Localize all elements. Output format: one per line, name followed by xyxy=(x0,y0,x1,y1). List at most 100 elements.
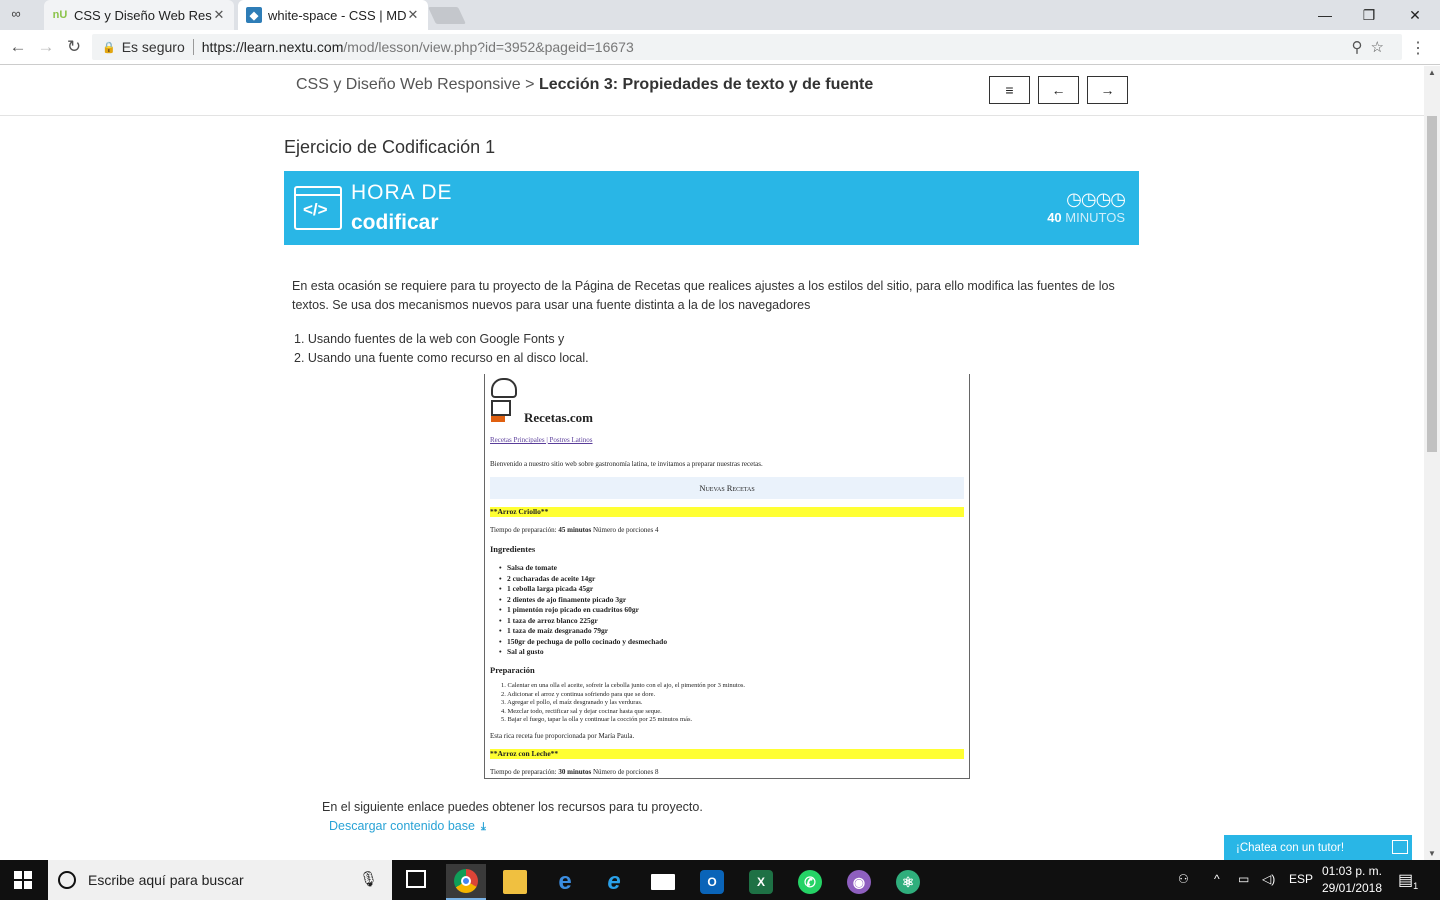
preview-time2: Tiempo de preparación: 30 minutos Número… xyxy=(490,768,659,776)
taskbar-clock[interactable]: 01:03 p. m. 29/01/2018 xyxy=(1320,863,1384,897)
resource-text: En el siguiente enlace puedes obtener lo… xyxy=(322,800,703,814)
secure-label: Es seguro xyxy=(121,39,185,55)
banner-line1: HORA DE xyxy=(351,181,453,204)
list-item: 2. Adicionar el arroz y continua sofrien… xyxy=(501,690,656,698)
browser-toolbar: ← → ↻ 🔒 Es seguro https://learn.nextu.co… xyxy=(0,30,1440,65)
task-view-icon[interactable] xyxy=(406,870,426,888)
windows-start-icon[interactable] xyxy=(14,871,32,889)
address-bar[interactable]: 🔒 Es seguro https://learn.nextu.com /mod… xyxy=(92,34,1402,60)
whatsapp-taskbar-icon[interactable]: ✆ xyxy=(790,864,830,900)
tab-close-icon[interactable]: ✕ xyxy=(212,7,226,23)
list-item: 4. Mezclar todo, rectificar sal y dejar … xyxy=(501,707,662,715)
clock-time: 01:03 p. m. xyxy=(1321,864,1383,878)
code-window-icon: </> xyxy=(294,186,342,230)
list-item: 2. Usando una fuente como recurso en al … xyxy=(294,351,589,365)
preview-steps: 1. Calentar en una olla el aceite, sofre… xyxy=(501,682,745,725)
list-item: 3. Agregar el pollo, el maíz desgranado … xyxy=(501,699,643,707)
internet-explorer-taskbar-icon[interactable]: e xyxy=(594,864,634,900)
chat-tutor-button[interactable]: ¡Chatea con un tutor! xyxy=(1224,835,1412,860)
bookmark-star-icon[interactable]: ☆ xyxy=(1371,39,1392,56)
close-window-button[interactable]: ✕ xyxy=(1392,0,1438,30)
download-icon: ⤓ xyxy=(480,821,486,833)
tab-close-icon[interactable]: ✕ xyxy=(406,7,420,23)
notification-center-icon[interactable]: ▤1 xyxy=(1398,870,1420,892)
network-icon[interactable]: ▭ xyxy=(1238,872,1249,886)
restore-button[interactable]: ❐ xyxy=(1346,0,1392,30)
lesson-content: Ejercicio de Codificación 1 </> HORA DE … xyxy=(0,117,1424,860)
recipe-page-screenshot: Recetas.com Recetas Principales | Postre… xyxy=(484,374,970,779)
lesson-menu-button[interactable]: ≡ xyxy=(989,76,1030,104)
github-desktop-taskbar-icon[interactable]: ◉ xyxy=(839,864,879,900)
scroll-down-icon[interactable]: ▼ xyxy=(1428,849,1436,858)
tab-mdn[interactable]: ◆ white-space - CSS | MDN ✕ xyxy=(238,0,428,30)
list-item: 1 cebolla larga picada 45gr xyxy=(499,584,667,595)
reload-button[interactable]: ↻ xyxy=(62,36,86,58)
preview-ingredients-heading: Ingredientes xyxy=(490,544,536,554)
preview-welcome: Bienvenido a nuestro sitio web sobre gas… xyxy=(490,460,763,468)
url-path: /mod/lesson/view.php?id=3952&pageid=1667… xyxy=(343,39,634,55)
tab-title: white-space - CSS | MDN xyxy=(268,7,406,23)
chrome-taskbar-icon[interactable] xyxy=(446,864,486,900)
atom-taskbar-icon[interactable]: ⚛ xyxy=(888,864,928,900)
notification-count: 1 xyxy=(1413,881,1419,892)
language-indicator[interactable]: ESP xyxy=(1289,872,1313,886)
list-item: Salsa de tomate xyxy=(499,563,667,574)
divider xyxy=(192,39,194,55)
list-item: 1 taza de arroz blanco 225gr xyxy=(499,616,667,627)
clock-icons: ◷◷◷◷ xyxy=(1066,189,1126,209)
breadcrumb-lesson: Lección 3: Propiedades de texto y de fue… xyxy=(538,76,874,93)
next-page-button[interactable]: → xyxy=(1087,76,1128,104)
download-link[interactable]: Descargar contenido base ⤓ xyxy=(329,819,486,834)
taskbar-search-input[interactable]: Escribe aquí para buscar 🎙 xyxy=(48,860,392,900)
list-item: 2 cucharadas de aceite 14gr xyxy=(499,574,667,585)
breadcrumb-course-link[interactable]: CSS y Diseño Web Responsive xyxy=(296,76,521,93)
chat-window-icon xyxy=(1392,840,1408,854)
preview-recipe2-title: **Arroz con Leche** xyxy=(490,749,964,759)
prev-page-button[interactable]: ← xyxy=(1038,76,1079,104)
url-host: https://learn.nextu.com xyxy=(201,39,344,55)
mdn-favicon-icon: ◆ xyxy=(246,7,262,23)
preview-credit: Esta rica receta fue proporcionada por M… xyxy=(490,732,635,740)
scrollbar-thumb[interactable] xyxy=(1427,116,1437,452)
banner-line2: codificar xyxy=(351,211,439,234)
back-button[interactable]: ← xyxy=(6,36,30,58)
preview-ingredients: Salsa de tomate 2 cucharadas de aceite 1… xyxy=(499,563,667,658)
file-explorer-taskbar-icon[interactable] xyxy=(495,864,535,900)
lock-icon: 🔒 xyxy=(102,41,116,54)
people-icon[interactable]: ⚇ xyxy=(1178,872,1189,886)
volume-icon[interactable]: ◁) xyxy=(1262,872,1275,886)
list-item: 150gr de pechuga de pollo cocinado y des… xyxy=(499,637,667,648)
tray-chevron-icon[interactable]: ^ xyxy=(1214,872,1220,886)
tab-title: CSS y Diseño Web Respo xyxy=(74,7,212,23)
nextu-favicon-icon: nU xyxy=(52,9,68,21)
microphone-icon[interactable]: 🎙 xyxy=(359,870,378,888)
breadcrumb-separator: > xyxy=(525,76,535,93)
minimize-button[interactable]: — xyxy=(1302,0,1348,30)
page-scrollbar[interactable]: ▲ ▼ xyxy=(1424,66,1440,860)
excel-taskbar-icon[interactable]: X xyxy=(741,864,781,900)
scroll-up-icon[interactable]: ▲ xyxy=(1428,68,1436,77)
preview-prep-heading: Preparación xyxy=(490,665,535,675)
preview-recipe1-title: **Arroz Criollo** xyxy=(490,507,964,517)
forward-button[interactable]: → xyxy=(34,36,58,58)
incognito-icon: ∞ xyxy=(11,6,21,21)
outlook-taskbar-icon[interactable]: O xyxy=(692,864,732,900)
preview-brand: Recetas.com xyxy=(524,410,593,425)
windows-taskbar: Escribe aquí para buscar 🎙 e e O X ✆ ◉ ⚛… xyxy=(0,860,1440,900)
coding-time-banner: </> HORA DE codificar ◷◷◷◷ 40 MINUTOS xyxy=(284,171,1139,245)
zoom-icon[interactable]: ⚲ xyxy=(1352,39,1371,56)
tab-nextu[interactable]: nU CSS y Diseño Web Respo ✕ xyxy=(44,0,234,30)
page-title: Ejercicio de Codificación 1 xyxy=(284,137,496,157)
list-item: 2 dientes de ajo finamente picado 3gr xyxy=(499,595,667,606)
list-item: 1. Usando fuentes de la web con Google F… xyxy=(294,332,565,346)
list-item: 1 taza de maíz desgranado 79gr xyxy=(499,626,667,637)
browser-menu-icon[interactable]: ⋮ xyxy=(1410,38,1426,58)
lesson-header: CSS y Diseño Web Responsive > Lección 3:… xyxy=(0,66,1424,116)
mail-taskbar-icon[interactable] xyxy=(643,864,683,900)
browser-tab-strip: ∞ nU CSS y Diseño Web Respo ✕ ◆ white-sp… xyxy=(0,0,1440,30)
list-item: 5. Bajar el fuego, tapar la olla y conti… xyxy=(501,716,693,724)
edge-taskbar-icon[interactable]: e xyxy=(545,864,585,900)
cortana-icon xyxy=(58,871,76,889)
search-placeholder: Escribe aquí para buscar xyxy=(88,872,244,888)
new-tab-button[interactable] xyxy=(428,7,466,24)
